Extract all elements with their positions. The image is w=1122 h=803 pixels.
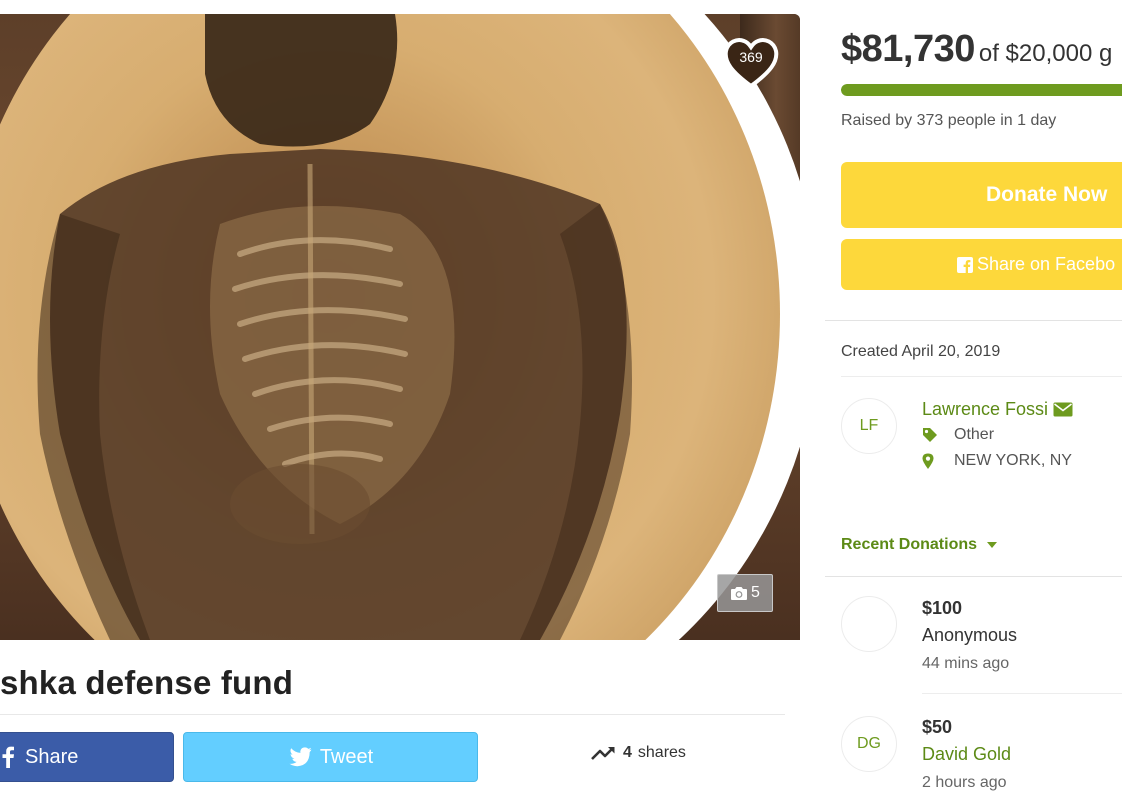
map-pin-icon	[922, 453, 944, 469]
campaign-title: shka defense fund	[0, 664, 294, 701]
donation-divider	[922, 693, 1122, 694]
recent-donations-label: Recent Donations	[841, 536, 978, 553]
shares-count: 4 shares	[591, 740, 686, 766]
campaign-hero-image[interactable]: 369 5	[0, 14, 800, 640]
donation-amount: $50	[922, 717, 953, 737]
organizer-name-link[interactable]: Lawrence Fossi	[922, 399, 1073, 420]
facebook-share-button[interactable]: Share	[0, 732, 174, 782]
trending-icon	[591, 747, 615, 760]
organizer-name: Lawrence Fossi	[922, 399, 1049, 419]
facebook-icon	[2, 746, 14, 768]
shares-number: 4	[623, 744, 632, 761]
donate-now-button[interactable]: Donate Now	[841, 162, 1122, 228]
section-divider	[841, 376, 1122, 377]
photo-gallery-button[interactable]: 5	[717, 574, 773, 612]
favorite-count: 369	[739, 49, 763, 65]
donor-name: Anonymous	[922, 625, 1018, 645]
donation-amount: $100	[922, 598, 963, 618]
organizer-category: Other	[922, 426, 994, 444]
created-date: Created April 20, 2019	[841, 343, 1001, 360]
share-on-facebook-label: Share on Facebo	[977, 254, 1116, 274]
section-divider	[825, 576, 1122, 577]
location-label: NEW YORK, NY	[954, 452, 1072, 469]
tag-icon	[922, 427, 944, 443]
tweet-label: Tweet	[319, 745, 374, 768]
photo-count-value: 5	[751, 584, 760, 601]
camera-icon	[731, 586, 748, 600]
category-label: Other	[954, 426, 995, 443]
donor-name-link[interactable]: David Gold	[922, 744, 1011, 765]
twitter-icon	[289, 747, 312, 767]
raised-by-summary: Raised by 373 people in 1 day	[841, 112, 1057, 129]
amount-raised: $81,730	[841, 28, 975, 70]
favorite-heart-button[interactable]: 369	[722, 34, 780, 92]
tweet-button[interactable]: Tweet	[183, 732, 478, 782]
share-label: Share	[25, 745, 79, 768]
section-divider	[825, 320, 1122, 321]
envelope-icon[interactable]	[1053, 402, 1073, 417]
donation-time: 44 mins ago	[922, 655, 1010, 672]
funding-progress-fill	[841, 84, 1122, 96]
organizer-location: NEW YORK, NY	[922, 452, 1072, 470]
goal-amount: of $20,000 g	[978, 40, 1113, 67]
donation-time: 2 hours ago	[922, 774, 1007, 791]
organizer-avatar: LF	[841, 398, 897, 454]
hero-figure-illustration	[37, 14, 632, 640]
facebook-icon	[957, 256, 973, 273]
share-on-facebook-button[interactable]: Share on Facebo	[841, 239, 1122, 290]
caret-down-icon	[987, 542, 998, 548]
recent-donations-toggle[interactable]: Recent Donations	[841, 536, 998, 554]
donor-avatar	[841, 596, 897, 652]
shares-word: shares	[637, 744, 686, 761]
donor-avatar: DG	[841, 716, 897, 772]
title-divider	[0, 714, 785, 715]
amount-raised-row: $81,730 of $20,000 g	[841, 28, 1112, 71]
funding-progress-bar	[841, 84, 1122, 96]
